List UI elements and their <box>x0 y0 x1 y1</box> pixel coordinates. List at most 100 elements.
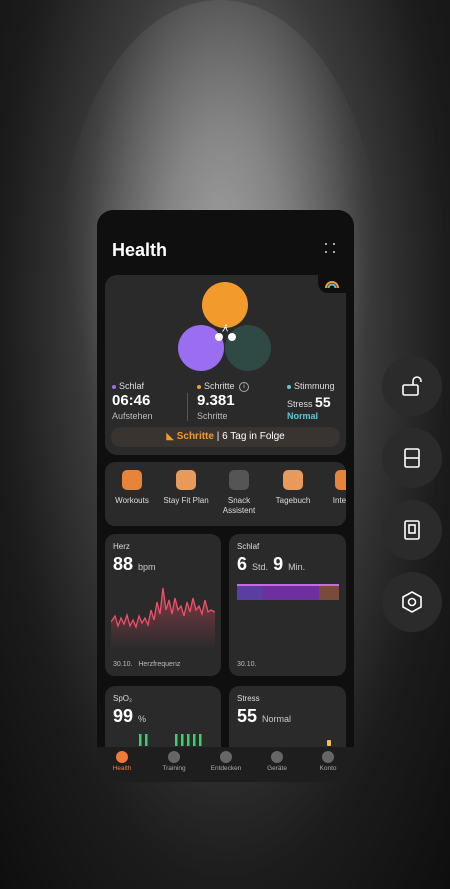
sleep-label: Schlaf <box>119 381 145 391</box>
tool-interval[interactable]: Interva <box>315 470 346 506</box>
tool-label: Tagebuch <box>275 496 311 505</box>
tool-tagebuch[interactable]: Tagebuch <box>263 470 323 506</box>
heart-title: Herz <box>113 542 130 551</box>
nav-label: Training <box>162 765 186 772</box>
heart-unit: bpm <box>138 562 156 572</box>
nav-entdecken[interactable]: Entdecken <box>201 751 251 772</box>
sleep-minutes: 9 <box>273 554 284 574</box>
heart-footer-label: Herzfrequenz <box>138 661 181 668</box>
heart-number: 88 <box>113 554 134 574</box>
stress-unit: Normal <box>262 714 292 724</box>
sleep-sub: Aufstehen <box>112 411 153 421</box>
nav-label: Geräte <box>267 765 287 772</box>
unlock-icon <box>402 376 422 396</box>
popup-window-button[interactable] <box>382 500 442 560</box>
stress-bar <box>327 740 331 746</box>
moon-icon <box>215 333 223 341</box>
nav-label: Health <box>112 765 132 772</box>
stress-number: 55 <box>237 706 258 726</box>
settings-button[interactable] <box>382 572 442 632</box>
heart-rate-area <box>111 588 215 650</box>
running-icon <box>168 751 180 763</box>
steps-dot-icon <box>197 384 201 389</box>
sleep-stage-segment <box>237 584 263 600</box>
spo2-title: SpO₂ <box>113 694 133 703</box>
unlock-button[interactable] <box>382 356 442 416</box>
sleep-tile[interactable]: Schlaf 6 Std. 9 Min. 30.10. <box>229 534 346 676</box>
bottom-navigation: Health Training Entdecken Geräte Konto <box>97 747 354 782</box>
nav-label: Konto <box>319 765 337 772</box>
mood-ring <box>225 325 271 371</box>
sleep-stages-bar <box>237 584 339 600</box>
tool-label: Stay Fit Plan <box>163 496 209 505</box>
heart-footer: 30.10. Herzfrequenz <box>113 661 180 668</box>
interval-icon <box>335 470 346 490</box>
watch-icon <box>271 751 283 763</box>
tool-stay-fit-plan[interactable]: Stay Fit Plan <box>156 470 216 506</box>
sleep-ring <box>178 325 224 371</box>
sleep-hours-unit: Std. <box>252 562 269 572</box>
steps-stat-label: Schritte i <box>197 381 250 392</box>
sleep-minutes-unit: Min. <box>288 562 306 572</box>
mood-value: Normal <box>287 411 319 421</box>
tool-label: Workouts <box>115 496 149 505</box>
heart-rate-chart <box>111 587 215 650</box>
settings-hexagon-icon <box>402 591 422 613</box>
more-options-icon[interactable] <box>325 243 337 255</box>
sleep-hours: 6 <box>237 554 248 574</box>
streak-text: | 6 Tag in Folge <box>216 431 285 442</box>
sleep-tile-title: Schlaf <box>237 542 260 551</box>
tool-label: Snack Assistent <box>222 496 256 515</box>
diary-icon <box>283 470 303 490</box>
spo2-value: 99 % <box>113 706 146 727</box>
daily-summary-card[interactable]: Schlaf 06:46 Aufstehen Schritte i 9.381 … <box>105 275 346 455</box>
steps-sub: Schritte <box>197 411 228 421</box>
nav-label: Entdecken <box>210 765 242 772</box>
spo2-bars <box>139 734 202 746</box>
stress-label-text: Stress <box>287 399 313 409</box>
popup-window-icon <box>404 520 420 540</box>
health-app-window[interactable]: Health Schlaf 06:46 Aufstehen Schritte i <box>97 210 354 782</box>
sleep-stage-topline <box>237 584 339 586</box>
split-screen-icon <box>404 448 420 468</box>
steps-streak-banner[interactable]: ◣ Schritte | 6 Tag in Folge <box>111 427 340 447</box>
spo2-number: 99 <box>113 706 134 726</box>
heart-date: 30.10. <box>113 661 133 668</box>
streak-highlight: Schritte <box>176 431 214 442</box>
smiley-icon <box>228 333 236 341</box>
tools-row: Workouts Stay Fit Plan Snack Assistent T… <box>105 462 346 526</box>
nav-konto[interactable]: Konto <box>303 751 353 772</box>
sleep-tile-date: 30.10. <box>237 661 257 668</box>
stress-label: Stress 55 <box>287 394 331 410</box>
heart-tile[interactable]: Herz 88 bpm 30.10. Herzfrequenz <box>105 534 221 676</box>
stress-tile-title: Stress <box>237 694 260 703</box>
mood-label: Stimmung <box>294 381 335 391</box>
tool-workouts[interactable]: Workouts <box>105 470 162 506</box>
profile-icon <box>322 751 334 763</box>
heart-icon <box>116 751 128 763</box>
split-screen-button[interactable] <box>382 428 442 488</box>
sleep-tile-value: 6 Std. 9 Min. <box>237 554 305 575</box>
steps-value: 9.381 <box>197 392 235 409</box>
workouts-icon <box>122 470 142 490</box>
mood-stat-label: Stimmung <box>287 381 335 391</box>
rainbow-badge-icon <box>318 275 346 293</box>
tool-snack-assistent[interactable]: Snack Assistent <box>209 470 269 516</box>
snack-icon <box>229 470 249 490</box>
stress-tile-value: 55 Normal <box>237 706 291 727</box>
nav-training[interactable]: Training <box>149 751 199 772</box>
nav-geraete[interactable]: Geräte <box>252 751 302 772</box>
nav-health[interactable]: Health <box>97 751 147 772</box>
mood-dot-icon <box>287 384 291 389</box>
sleep-value: 06:46 <box>112 392 151 409</box>
spo2-unit: % <box>138 714 147 724</box>
info-icon[interactable]: i <box>239 381 250 392</box>
divider <box>187 393 188 421</box>
streak-shoe-icon: ◣ <box>166 431 174 442</box>
stay-fit-icon <box>176 470 196 490</box>
globe-icon <box>220 751 232 763</box>
stress-value: 55 <box>315 394 331 410</box>
sleep-dot-icon <box>112 384 116 389</box>
sleep-stage-segment <box>319 584 339 600</box>
walk-icon <box>221 319 228 332</box>
